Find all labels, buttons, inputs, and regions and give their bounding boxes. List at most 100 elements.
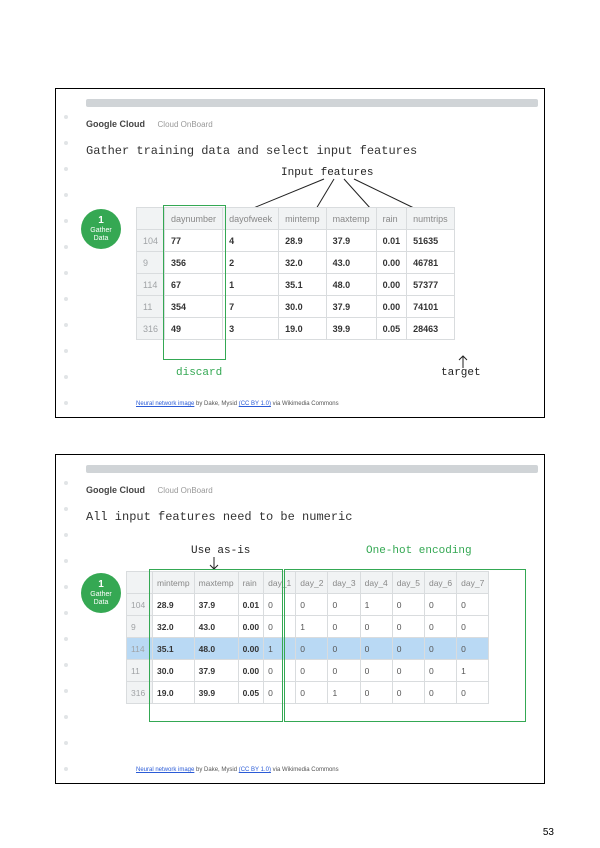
row-index: 114 — [137, 274, 165, 296]
th-rain: rain — [376, 208, 407, 230]
step-badge-label: Gather Data — [90, 591, 111, 606]
cell: 37.9 — [194, 660, 238, 682]
cell: 37.9 — [326, 296, 376, 318]
table-row: 11467135.148.00.0057377 — [137, 274, 455, 296]
label-discard: discard — [176, 367, 222, 379]
cell: 0 — [360, 682, 392, 704]
cell: 77 — [165, 230, 223, 252]
table-row: 10428.937.90.010001000 — [127, 594, 489, 616]
brand-name: Google Cloud — [86, 485, 145, 495]
cell: 48.0 — [194, 638, 238, 660]
brand-product: Cloud OnBoard — [158, 486, 213, 495]
th-day2: day_2 — [296, 572, 328, 594]
row-index: 9 — [127, 616, 153, 638]
brand-row: Google Cloud Cloud OnBoard — [86, 119, 213, 129]
cell: 0 — [392, 682, 424, 704]
cell: 35.1 — [153, 638, 195, 660]
cell: 0 — [360, 660, 392, 682]
cell: 7 — [223, 296, 279, 318]
credit-link-2[interactable]: (CC BY 1.0) — [239, 401, 271, 407]
th-numtrips: numtrips — [407, 208, 455, 230]
cell: 0.00 — [376, 252, 407, 274]
label-target: target — [441, 367, 481, 379]
th-daynumber: daynumber — [165, 208, 223, 230]
cell: 0 — [264, 594, 296, 616]
credit-link-1[interactable]: Neural network image — [136, 767, 194, 773]
cell: 30.0 — [279, 296, 327, 318]
cell: 57377 — [407, 274, 455, 296]
cell: 0 — [457, 616, 489, 638]
cell: 43.0 — [194, 616, 238, 638]
th-dayofweek: dayofweek — [223, 208, 279, 230]
row-index: 316 — [127, 682, 153, 704]
th-day5: day_5 — [392, 572, 424, 594]
credit-link-1[interactable]: Neural network image — [136, 401, 194, 407]
cell: 0.00 — [238, 638, 264, 660]
table-row: 9356232.043.00.0046781 — [137, 252, 455, 274]
table-row: 31619.039.90.050010000 — [127, 682, 489, 704]
slide-1-thead-row: daynumber dayofweek mintemp maxtemp rain… — [137, 208, 455, 230]
cell: 0 — [392, 638, 424, 660]
cell: 0 — [328, 594, 360, 616]
cell: 39.9 — [326, 318, 376, 340]
row-index: 9 — [137, 252, 165, 274]
table-row: 31649319.039.90.0528463 — [137, 318, 455, 340]
cell: 0 — [264, 660, 296, 682]
cell: 0 — [296, 660, 328, 682]
credit-by: by Dake, Mysid — [194, 401, 238, 407]
cell: 0.05 — [238, 682, 264, 704]
credit-by: by Dake, Mysid — [194, 767, 238, 773]
label-use-as-is: Use as-is — [191, 545, 250, 557]
cell: 0 — [264, 682, 296, 704]
slide-2-thead-row: mintemp maxtemp rain day_1 day_2 day_3 d… — [127, 572, 489, 594]
cell: 35.1 — [279, 274, 327, 296]
slide-2-tbody: 10428.937.90.010001000932.043.00.0001000… — [127, 594, 489, 704]
cell: 0.00 — [376, 274, 407, 296]
cell: 0 — [360, 638, 392, 660]
row-index: 11 — [127, 660, 153, 682]
brand-product: Cloud OnBoard — [158, 120, 213, 129]
cell: 28.9 — [279, 230, 327, 252]
cell: 0 — [264, 616, 296, 638]
th-maxtemp: maxtemp — [326, 208, 376, 230]
cell: 43.0 — [326, 252, 376, 274]
slide-left-rail — [60, 109, 72, 411]
cell: 0 — [296, 638, 328, 660]
th-maxtemp: maxtemp — [194, 572, 238, 594]
cell: 0 — [424, 638, 456, 660]
slide-1-table: daynumber dayofweek mintemp maxtemp rain… — [136, 207, 455, 340]
credit-link-2[interactable]: (CC BY 1.0) — [239, 767, 271, 773]
th-day6: day_6 — [424, 572, 456, 594]
credit-line: Neural network image by Dake, Mysid (CC … — [136, 401, 339, 407]
brand-name: Google Cloud — [86, 119, 145, 129]
cell: 0 — [296, 594, 328, 616]
cell: 0 — [360, 616, 392, 638]
step-badge-label: Gather Data — [90, 227, 111, 242]
table-row: 932.043.00.000100000 — [127, 616, 489, 638]
cell: 74101 — [407, 296, 455, 318]
cell: 37.9 — [326, 230, 376, 252]
th-day4: day_4 — [360, 572, 392, 594]
cell: 0.00 — [376, 296, 407, 318]
cell: 0.01 — [376, 230, 407, 252]
credit-line: Neural network image by Dake, Mysid (CC … — [136, 767, 339, 773]
th-rain: rain — [238, 572, 264, 594]
cell: 46781 — [407, 252, 455, 274]
cell: 0 — [457, 682, 489, 704]
cell: 1 — [360, 594, 392, 616]
cell: 28.9 — [153, 594, 195, 616]
cell: 0.05 — [376, 318, 407, 340]
credit-via: via Wikimedia Commons — [271, 767, 339, 773]
slide-2-inner: Google Cloud Cloud OnBoard All input fea… — [56, 455, 544, 783]
cell: 37.9 — [194, 594, 238, 616]
cell: 2 — [223, 252, 279, 274]
cell: 0 — [424, 682, 456, 704]
cell: 39.9 — [194, 682, 238, 704]
page: Google Cloud Cloud OnBoard Gather traini… — [0, 0, 600, 848]
cell: 354 — [165, 296, 223, 318]
row-index: 114 — [127, 638, 153, 660]
cell: 0 — [457, 594, 489, 616]
cell: 356 — [165, 252, 223, 274]
cell: 0 — [392, 616, 424, 638]
slide-top-bar — [86, 99, 538, 107]
